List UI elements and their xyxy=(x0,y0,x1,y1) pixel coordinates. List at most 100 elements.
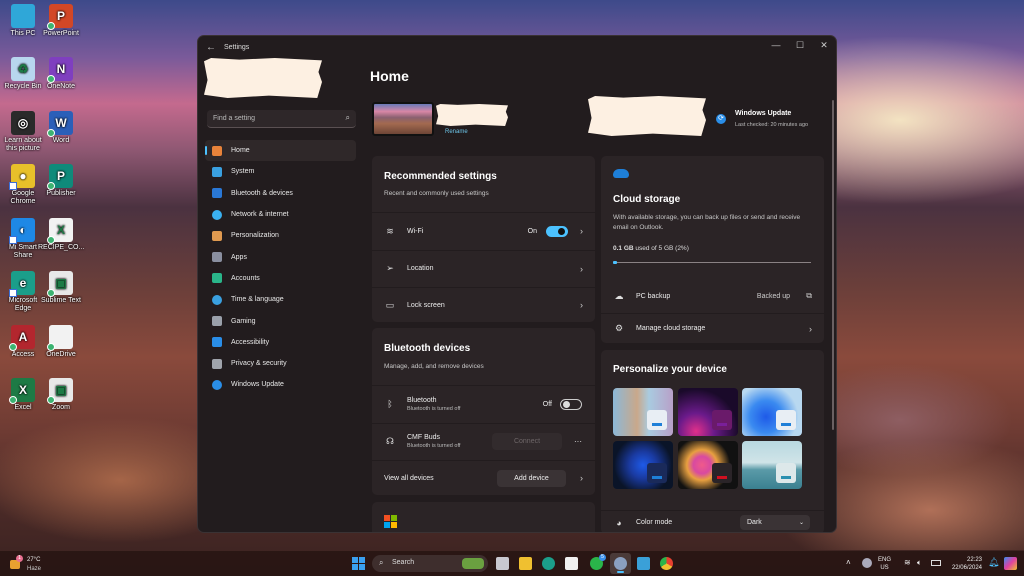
search-input[interactable]: Find a setting ⌕ xyxy=(207,110,356,128)
bluetooth-row[interactable]: ᛒ Bluetooth Bluetooth is turned off Off xyxy=(372,385,595,422)
recommended-settings-card: Recommended settings Recent and commonly… xyxy=(372,156,595,322)
start-button[interactable] xyxy=(352,557,365,570)
copilot-icon[interactable] xyxy=(1004,557,1017,570)
wifi-row[interactable]: ≋ Wi-Fi On › xyxy=(372,212,595,249)
pc-backup-row[interactable]: ☁ PC backup Backed up ⧉ xyxy=(601,280,824,312)
storage-used: 0.1 GB xyxy=(613,245,634,252)
redacted-device-name xyxy=(436,104,508,126)
manage-cloud-storage-label: Manage cloud storage xyxy=(636,325,706,332)
bluetooth-devices-card: Bluetooth devices Manage, add, and remov… xyxy=(372,328,595,495)
taskbar: 1 27°C Haze ⌕ Search 5 ˄ ENG US ≋ 🔈︎ 22:… xyxy=(0,551,1024,576)
sidebar-item-privacy-security[interactable]: Privacy & security xyxy=(205,353,356,374)
desktop-icon[interactable]: P Publisher xyxy=(38,164,84,198)
file-explorer-icon[interactable] xyxy=(519,557,532,570)
clock[interactable]: 22:23 22/06/2024 xyxy=(946,556,982,572)
more-options-icon[interactable]: ··· xyxy=(574,437,582,446)
lock-screen-row[interactable]: ▭ Lock screen › xyxy=(372,287,595,322)
weather-widget[interactable]: 1 27°C Haze xyxy=(8,555,48,573)
desktop-icon[interactable]: OneDrive xyxy=(38,325,84,359)
bluetooth-toggle[interactable] xyxy=(560,398,582,410)
connect-button[interactable]: Connect xyxy=(492,433,562,450)
battery-icon[interactable] xyxy=(931,560,941,566)
bluetooth-status: Bluetooth is turned off xyxy=(407,405,461,412)
app-icon: W xyxy=(47,111,73,137)
view-all-devices-row[interactable]: View all devices Add device › xyxy=(372,460,595,495)
whatsapp-icon[interactable]: 5 xyxy=(590,554,606,570)
app-icon xyxy=(11,4,35,28)
weather-temp: 27°C xyxy=(27,557,41,563)
theme-5[interactable] xyxy=(678,441,738,489)
chevron-right-icon: › xyxy=(809,323,812,334)
sync-check-icon xyxy=(47,129,55,137)
desktop-icon-label: Sublime Text xyxy=(41,297,81,304)
personalize-title: Personalize your device xyxy=(613,364,727,375)
notepad-icon[interactable] xyxy=(637,557,650,570)
sync-check-icon xyxy=(47,289,55,297)
desktop-icon[interactable]: ▣ Zoom xyxy=(38,378,84,412)
sidebar-item-home[interactable]: Home xyxy=(205,140,356,162)
wifi-toggle[interactable] xyxy=(546,225,568,237)
sync-check-icon xyxy=(47,396,55,404)
back-icon[interactable]: ← xyxy=(206,42,216,53)
theme-1[interactable] xyxy=(613,388,673,436)
sidebar-item-accounts[interactable]: Accounts xyxy=(205,268,356,289)
sidebar-item-bluetooth-devices[interactable]: Bluetooth & devices xyxy=(205,183,356,204)
sidebar-item-system[interactable]: System xyxy=(205,161,356,182)
theme-6[interactable] xyxy=(742,441,802,489)
system-icon xyxy=(212,166,222,177)
chrome-icon[interactable] xyxy=(660,557,673,570)
desktop-icon-label: Zoom xyxy=(52,404,70,411)
desktop-icon-label: PowerPoint xyxy=(43,30,79,37)
settings-app-icon xyxy=(614,557,627,570)
app-icon: ▣ xyxy=(47,378,73,404)
page-title: Home xyxy=(370,68,409,84)
gamepad-icon xyxy=(212,316,222,327)
settings-app-active[interactable] xyxy=(610,553,631,574)
windows-update-title[interactable]: Windows Update xyxy=(735,110,791,117)
sidebar-item-personalization[interactable]: Personalization xyxy=(205,225,356,246)
app-icon: ● xyxy=(9,164,35,190)
desktop-icon[interactable]: N OneNote xyxy=(38,57,84,91)
desktop-icon[interactable]: ▣ Sublime Text xyxy=(38,271,84,305)
rename-link[interactable]: Rename xyxy=(445,129,468,135)
edge-icon[interactable] xyxy=(542,557,555,570)
cloud-storage-card: Cloud storage With available storage, yo… xyxy=(601,156,824,343)
language-indicator[interactable]: ENG US xyxy=(878,556,891,572)
app-icon: ◐ xyxy=(9,218,35,244)
taskbar-search[interactable]: ⌕ Search xyxy=(372,555,488,572)
desktop-icon[interactable]: P PowerPoint xyxy=(38,4,84,38)
search-placeholder: Find a setting xyxy=(213,115,256,122)
app-icon: ♻ xyxy=(11,57,35,81)
desktop-icon[interactable]: W Word xyxy=(38,111,84,145)
location-row[interactable]: ➢ Location › xyxy=(372,250,595,286)
store-icon[interactable] xyxy=(565,557,578,570)
desktop-icon[interactable]: X RECIPE_CO... xyxy=(38,218,84,252)
sidebar-item-apps[interactable]: Apps xyxy=(205,246,356,267)
sidebar-item-network-internet[interactable]: Network & internet xyxy=(205,204,356,225)
onedrive-icon[interactable] xyxy=(862,558,872,568)
notification-bell-icon[interactable]: 🔔︎ xyxy=(988,558,999,567)
shortcut-arrow-icon xyxy=(9,289,17,297)
storage-usage-text: used of 5 GB (2%) xyxy=(635,245,689,252)
color-mode-dropdown[interactable]: Dark ⌄ xyxy=(740,515,810,530)
accounts-icon xyxy=(212,273,222,284)
sidebar-item-time-language[interactable]: Time & language xyxy=(205,289,356,310)
add-device-button[interactable]: Add device xyxy=(497,469,566,487)
scrollbar[interactable] xyxy=(832,100,834,430)
shortcut-arrow-icon xyxy=(9,182,17,190)
sidebar-item-accessibility[interactable]: Accessibility xyxy=(205,332,356,353)
theme-3[interactable] xyxy=(742,388,802,436)
search-icon: ⌕ xyxy=(379,558,384,567)
sidebar-item-gaming[interactable]: Gaming xyxy=(205,310,356,331)
manage-cloud-storage-row[interactable]: ⚙ Manage cloud storage › xyxy=(601,313,824,343)
sync-check-icon xyxy=(47,75,55,83)
lock-screen-label: Lock screen xyxy=(407,301,445,309)
show-hidden-icons[interactable]: ˄ xyxy=(846,559,851,567)
volume-icon[interactable]: 🔈︎ xyxy=(917,559,922,567)
redacted-info xyxy=(588,96,706,136)
theme-2[interactable] xyxy=(678,388,738,436)
sidebar-item-windows-update[interactable]: Windows Update xyxy=(205,374,356,395)
wifi-icon[interactable]: ≋ xyxy=(904,559,911,567)
theme-4[interactable] xyxy=(613,441,673,489)
task-view-icon[interactable] xyxy=(496,557,509,570)
